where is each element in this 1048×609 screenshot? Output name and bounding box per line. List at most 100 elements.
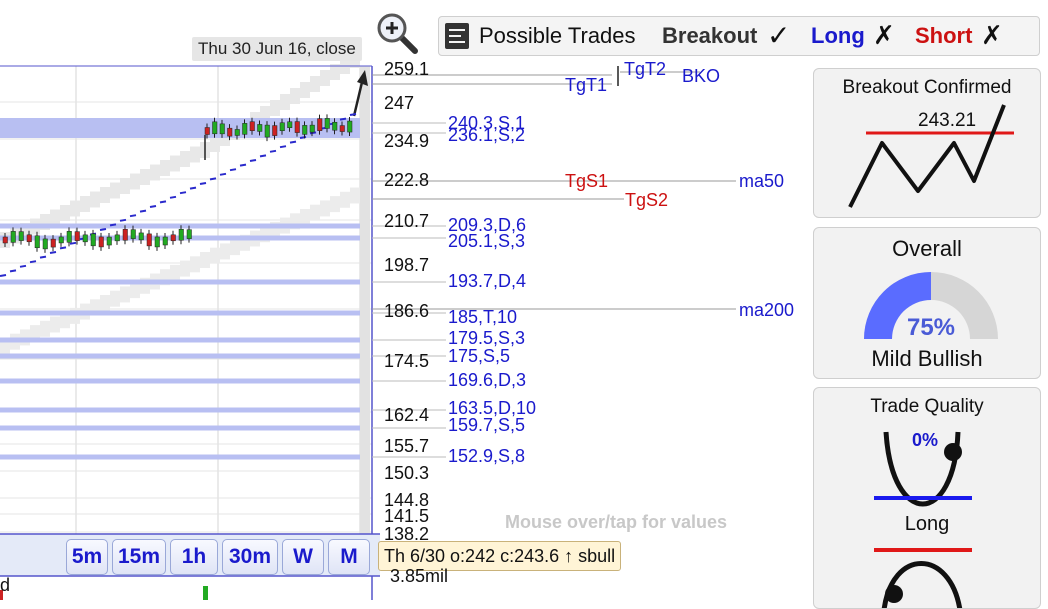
channel-band	[20, 329, 30, 346]
channel-band	[170, 155, 180, 172]
candle	[50, 238, 56, 248]
timeframe-month-button[interactable]: M	[328, 539, 370, 575]
volume-bar	[203, 586, 208, 600]
level-label[interactable]: 205.1,S,3	[448, 231, 525, 251]
candle	[82, 234, 88, 243]
ma-line-segment	[109, 223, 117, 227]
possible-trades-label: Possible Trades	[479, 23, 636, 48]
candle	[347, 120, 353, 133]
candle	[186, 229, 192, 239]
level-label[interactable]: 236.1,S,2	[448, 125, 525, 145]
timeframe-5m-button[interactable]: 5m	[66, 539, 108, 575]
ma-line-segment	[209, 177, 217, 181]
level-band	[0, 378, 360, 384]
breakout-pattern-icon	[848, 104, 1014, 208]
candle	[66, 231, 72, 243]
channel-band	[330, 196, 340, 213]
trade-quality-panel[interactable]: Trade Quality 0% Long	[813, 387, 1041, 609]
channel-band	[300, 82, 310, 98]
timeframe-1h-button[interactable]: 1h	[170, 539, 218, 575]
candle	[279, 122, 285, 131]
target-tgs2-label[interactable]: TgS2	[625, 190, 668, 210]
channel-band	[210, 247, 220, 264]
level-label[interactable]: 175,S,5	[448, 346, 510, 366]
channel-band	[230, 239, 240, 256]
candle	[90, 233, 96, 247]
possible-trades-bar[interactable]: Possible Trades Breakout ✓ Long ✗ Short …	[438, 16, 1040, 56]
target-tgs1-label[interactable]: TgS1	[565, 171, 608, 191]
level-label[interactable]: 185,T,10	[448, 307, 517, 327]
breakout-confirmed-panel[interactable]: Breakout Confirmed 243.21	[813, 68, 1041, 218]
ma-line-segment	[59, 246, 67, 250]
level-band	[0, 425, 360, 431]
channel-band	[160, 160, 170, 176]
channel-band	[70, 200, 80, 217]
long-quality-label: Long	[904, 513, 950, 535]
breakout-trade-label[interactable]: Breakout	[662, 23, 757, 49]
candle	[324, 118, 330, 129]
ma-line-segment	[279, 145, 287, 149]
trade-quality-icon	[874, 431, 972, 608]
level-label[interactable]: 169.6,D,3	[448, 370, 526, 390]
target-bko-label[interactable]: BKO	[682, 66, 720, 86]
candle	[309, 124, 315, 133]
timeframe-week-button[interactable]: W	[282, 539, 324, 575]
price-axis-label: 210.7	[384, 211, 430, 231]
ma50-label[interactable]: ma50	[739, 171, 784, 191]
candle	[227, 127, 233, 137]
channel-band	[180, 260, 190, 277]
ma200-label[interactable]: ma200	[739, 300, 794, 320]
level-label[interactable]: 179.5,S,3	[448, 328, 525, 348]
timeframe-15m-button[interactable]: 15m	[112, 539, 166, 575]
volume-label: 3.85mil	[390, 566, 449, 586]
ma-line-segment	[29, 260, 37, 264]
channel-band	[40, 320, 50, 337]
channel-band	[210, 136, 220, 152]
left-fragment-text: d	[0, 575, 11, 595]
channel-band	[60, 205, 70, 221]
trade-quality-percent: 0%	[912, 430, 939, 450]
channel-band	[110, 182, 120, 199]
candle	[154, 236, 160, 248]
channel-band	[150, 164, 160, 181]
long-trade-label[interactable]: Long	[811, 23, 865, 49]
timeframe-30m-button[interactable]: 30m	[222, 539, 278, 575]
level-label[interactable]: 159.7,S,5	[448, 415, 525, 435]
ma-line-segment	[99, 228, 107, 231]
target-tgt2-label[interactable]: TgT2	[624, 59, 666, 79]
candle	[162, 236, 168, 246]
candle	[146, 233, 152, 247]
ma-line-segment	[69, 241, 77, 245]
zoom-in-icon[interactable]	[376, 12, 418, 54]
level-label[interactable]: 193.7,D,4	[448, 271, 526, 291]
candle	[178, 228, 184, 241]
candle	[98, 236, 104, 248]
price-axis-label: 155.7	[384, 436, 430, 456]
price-axis-label: 162.4	[384, 405, 430, 425]
channel-band	[50, 316, 60, 333]
channel-band	[350, 187, 360, 204]
channel-band	[140, 169, 150, 185]
short-trade-label[interactable]: Short	[915, 23, 972, 49]
ma-line-segment	[219, 172, 227, 176]
candle	[58, 236, 64, 244]
candle	[339, 125, 345, 132]
overall-panel[interactable]: Overall 75% Mild Bullish	[813, 227, 1041, 379]
channel-band	[80, 196, 90, 212]
ma-line-segment	[139, 209, 147, 213]
channel-band	[270, 100, 280, 116]
level-label[interactable]: 152.9,S,8	[448, 446, 525, 466]
candle	[18, 231, 24, 241]
target-tgt1-label[interactable]: TgT1	[565, 75, 607, 95]
channel-band	[220, 243, 230, 260]
candle	[138, 232, 144, 241]
candle	[302, 125, 308, 135]
ma-line-segment	[259, 154, 267, 158]
ma-line-segment	[0, 274, 7, 277]
ma-line-segment	[159, 200, 167, 204]
level-band	[0, 279, 360, 285]
channel-band	[290, 88, 300, 104]
ma-line-segment	[289, 140, 297, 144]
candle	[204, 127, 210, 135]
candle	[264, 124, 270, 138]
